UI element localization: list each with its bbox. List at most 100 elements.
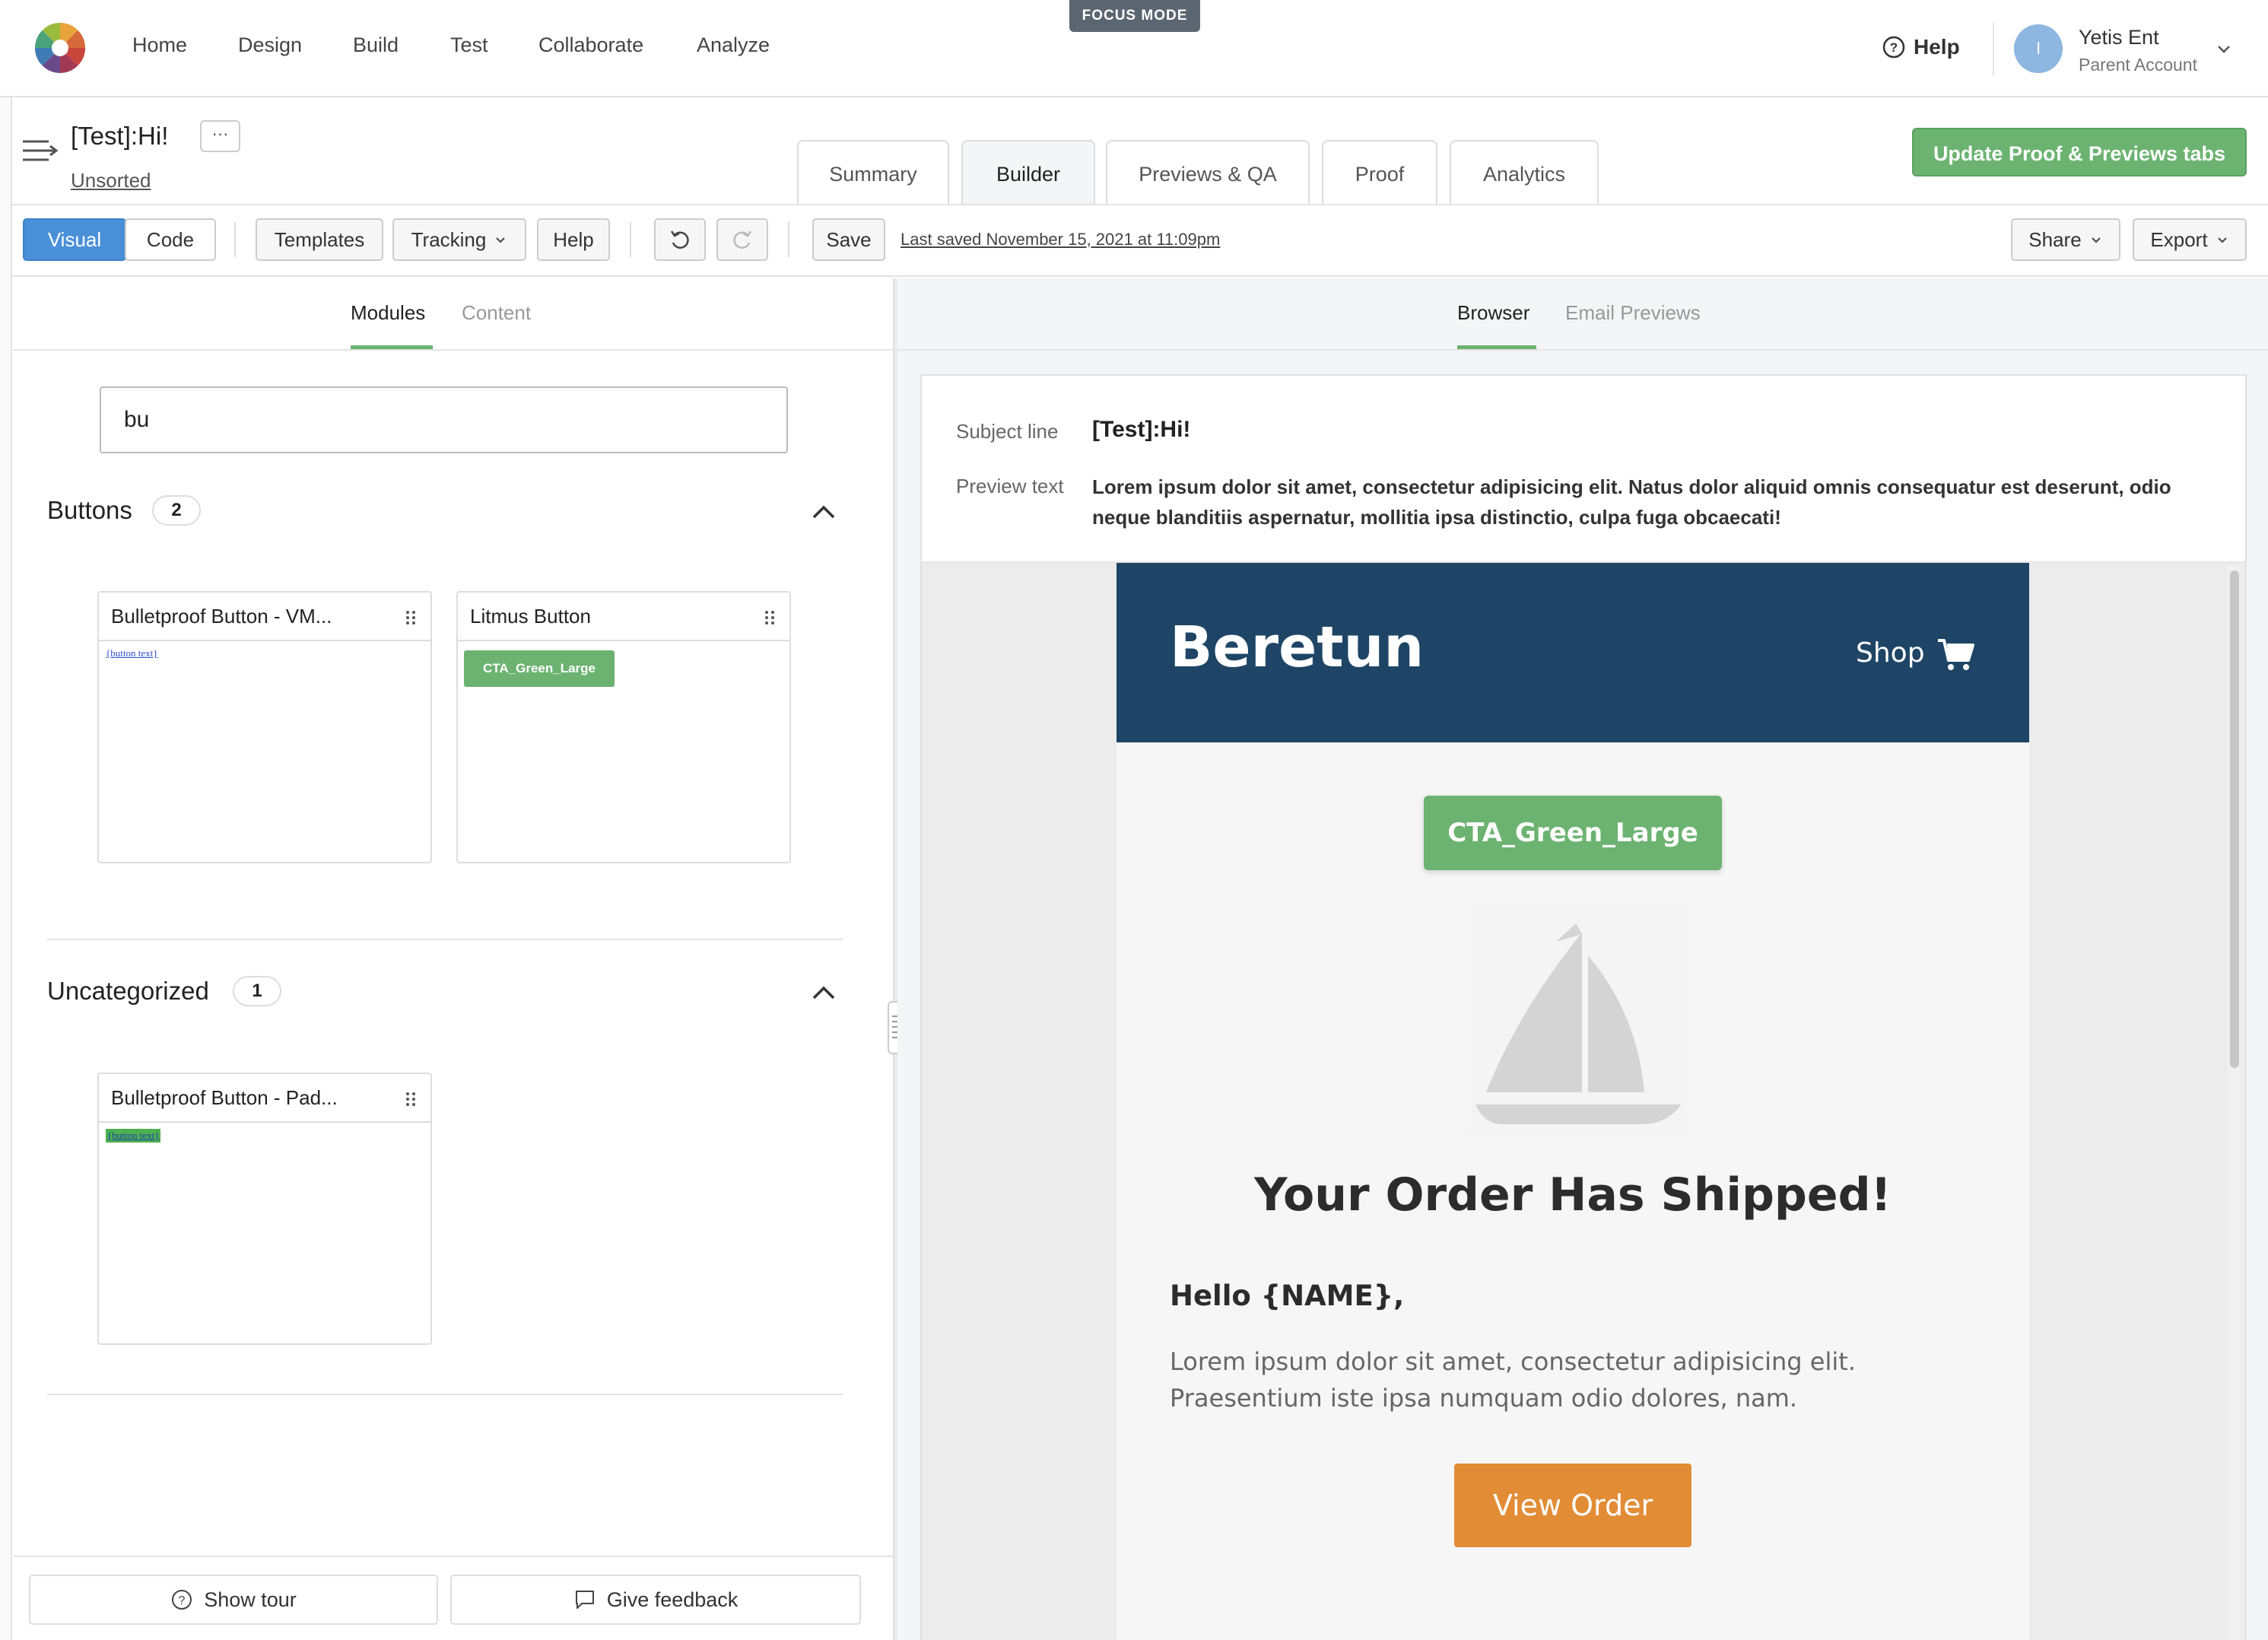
module-card-title: Bulletproof Button - Pad... [99,1074,430,1123]
category-count-badge: 2 [152,495,201,526]
category-title: Uncategorized [47,977,209,1005]
update-proof-button[interactable]: Update Proof & Previews tabs [1912,128,2247,176]
subtab-email-previews[interactable]: Email Previews [1565,301,1701,325]
subject-line-value: [Test]:Hi! [1092,417,1191,442]
subtab-content[interactable]: Content [462,301,531,325]
footer-divider [14,1556,893,1557]
show-tour-button[interactable]: ? Show tour [29,1575,438,1625]
drag-handle-icon[interactable] [405,609,417,626]
give-feedback-button[interactable]: Give feedback [450,1575,861,1625]
visual-mode-button[interactable]: Visual [23,218,126,261]
nav-test[interactable]: Test [450,33,488,57]
module-preview-link: {button text} [106,1129,161,1143]
save-button[interactable]: Save [812,218,885,261]
subtab-divider [14,349,893,351]
subject-line-label: Subject line [956,420,1059,443]
view-order-button[interactable]: View Order [1454,1464,1691,1547]
chevron-down-icon [2216,233,2229,246]
category-divider [47,939,843,940]
give-feedback-label: Give feedback [606,1588,739,1611]
templates-button[interactable]: Templates [256,218,383,261]
email-greeting: Hello {NAME}, [1170,1279,1405,1312]
show-tour-label: Show tour [204,1588,297,1611]
export-label: Export [2150,228,2208,251]
shopping-cart-icon[interactable] [1936,636,1976,672]
subtab-modules[interactable]: Modules [351,301,425,325]
undo-icon [668,227,692,252]
shop-link[interactable]: Shop [1856,637,1925,669]
drag-handle-icon[interactable] [405,1091,417,1108]
tab-proof[interactable]: Proof [1322,140,1437,205]
help-label: Help [1914,35,1960,59]
module-preview-button: CTA_Green_Large [464,650,615,687]
email-headline: Your Order Has Shipped! [1254,1168,1892,1222]
module-card[interactable]: Bulletproof Button - Pad... {button text… [97,1073,432,1345]
help-button[interactable]: Help [537,218,610,261]
module-card[interactable]: Bulletproof Button - VM... {button text} [97,591,432,863]
redo-icon [730,227,754,252]
module-card[interactable]: Litmus Button CTA_Green_Large [456,591,791,863]
tab-builder[interactable]: Builder [961,140,1095,205]
chevron-down-icon [494,233,507,246]
toolbar-divider [630,222,631,257]
account-type: Parent Account [2079,55,2197,75]
avatar[interactable]: I [2014,24,2063,73]
drag-handle-icon[interactable] [764,609,776,626]
module-card-title: Litmus Button [458,593,789,641]
cta-button[interactable]: CTA_Green_Large [1424,796,1722,870]
nav-home[interactable]: Home [132,33,187,57]
module-card-title: Bulletproof Button - VM... [99,593,430,641]
help-link[interactable]: ? Help [1882,35,1960,59]
subtab-divider [897,349,2268,351]
active-subtab-indicator [1457,345,1536,349]
module-search-input[interactable] [100,386,788,453]
folder-link[interactable]: Unsorted [71,169,151,192]
email-paragraph: Lorem ipsum dolor sit amet, consectetur … [1170,1347,1856,1413]
last-saved-link[interactable]: Last saved November 15, 2021 at 11:09pm [901,230,1220,249]
question-circle-icon: ? [1882,35,1906,59]
more-options-button[interactable]: ··· [200,120,240,152]
module-preview-link: {button text} [106,647,158,659]
sailboat-image[interactable] [1468,910,1690,1130]
left-rail [0,97,12,1640]
scrollbar-thumb[interactable] [2230,571,2239,1068]
tab-analytics[interactable]: Analytics [1450,140,1599,205]
chevron-up-icon[interactable] [811,984,837,1001]
chevron-up-icon[interactable] [811,504,837,520]
tracking-dropdown[interactable]: Tracking [392,218,526,261]
nav-divider [1993,23,1994,76]
tab-previews-qa[interactable]: Previews & QA [1106,140,1310,205]
svg-text:?: ? [179,1594,186,1607]
preview-text-label: Preview text [956,475,1064,497]
question-circle-icon: ? [170,1588,193,1611]
preview-text-value: Lorem ipsum dolor sit amet, consectetur … [1092,475,2171,529]
nav-design[interactable]: Design [238,33,302,57]
svg-text:?: ? [1890,40,1898,55]
toolbar-divider [234,222,236,257]
export-dropdown[interactable]: Export [2133,218,2247,261]
collapse-menu-icon[interactable] [21,135,59,166]
tab-summary[interactable]: Summary [797,140,949,205]
toolbar-divider [788,222,789,257]
nav-collaborate[interactable]: Collaborate [538,33,643,57]
undo-button[interactable] [654,218,706,261]
focus-mode-toggle[interactable]: FOCUS MODE [1069,0,1200,32]
comment-icon [573,1588,596,1611]
app-logo[interactable] [33,21,87,75]
redo-button[interactable] [716,218,768,261]
chevron-down-icon[interactable] [2215,40,2233,58]
share-dropdown[interactable]: Share [2011,218,2120,261]
category-title: Buttons [47,496,132,524]
nav-build[interactable]: Build [353,33,399,57]
email-brand-logo[interactable]: Beretun [1170,615,1424,680]
subtab-browser[interactable]: Browser [1457,301,1529,325]
chevron-down-icon [2089,233,2103,246]
code-mode-button[interactable]: Code [125,218,216,261]
document-title[interactable]: [Test]:Hi! [71,122,168,151]
category-divider [47,1394,843,1395]
account-name[interactable]: Yetis Ent [2079,26,2159,49]
modules-panel [14,278,893,1640]
category-count-badge: 1 [233,976,281,1006]
nav-analyze[interactable]: Analyze [697,33,770,57]
active-subtab-indicator [351,345,433,349]
